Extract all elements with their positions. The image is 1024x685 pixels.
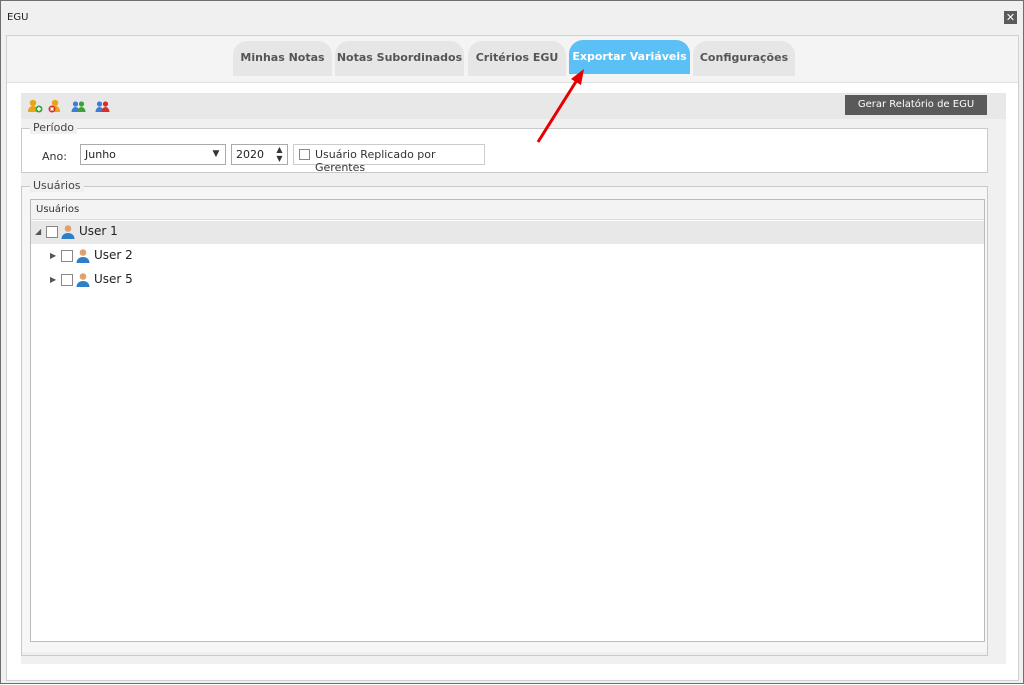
- users-remove-icon[interactable]: [95, 98, 111, 114]
- chevron-down-icon: ▼: [212, 149, 220, 159]
- year-stepper[interactable]: 2020 ▲ ▼: [231, 144, 288, 165]
- expand-icon[interactable]: ▶: [50, 251, 59, 261]
- row-checkbox[interactable]: [46, 226, 58, 238]
- tree-row-user5[interactable]: ▶ User 5: [31, 269, 984, 292]
- column-header-usuarios[interactable]: Usuários: [31, 200, 984, 220]
- close-button[interactable]: ✕: [1004, 11, 1017, 24]
- tab-exportar-variaveis[interactable]: Exportar Variáveis: [569, 40, 690, 74]
- tab-criterios-egu[interactable]: Critérios EGU: [468, 41, 566, 76]
- month-value: Junho: [85, 148, 116, 161]
- egu-window: EGU ✕ Minhas Notas Notas Subordinados Cr…: [0, 0, 1024, 684]
- tree-row-user2[interactable]: ▶ User 2: [31, 245, 984, 268]
- user-name: User 5: [94, 272, 133, 286]
- title-bar: EGU ✕: [1, 1, 1023, 34]
- user-icon: [76, 273, 90, 287]
- user-name: User 2: [94, 248, 133, 262]
- generate-report-button[interactable]: Gerar Relatório de EGU: [845, 95, 987, 115]
- replicated-user-label: Usuário Replicado por Gerentes: [315, 148, 436, 174]
- row-checkbox[interactable]: [61, 274, 73, 286]
- replicated-user-option[interactable]: Usuário Replicado por Gerentes: [293, 144, 485, 174]
- spinner-arrows-icon[interactable]: ▲ ▼: [272, 145, 287, 164]
- user-name: User 1: [79, 224, 118, 238]
- users-tree-grid: Usuários ◢ User 1 ▶ User 2 ▶ User 5: [30, 199, 985, 642]
- expand-icon[interactable]: ▶: [50, 275, 59, 285]
- add-user-icon[interactable]: [27, 98, 43, 114]
- tab-strip: Minhas Notas Notas Subordinados Critério…: [7, 36, 1018, 83]
- usuarios-legend: Usuários: [30, 179, 84, 192]
- collapse-icon[interactable]: ◢: [35, 227, 44, 237]
- periodo-legend: Período: [30, 121, 78, 134]
- tree-row-user1[interactable]: ◢ User 1: [31, 221, 984, 244]
- remove-user-icon[interactable]: [48, 98, 64, 114]
- row-checkbox[interactable]: [61, 250, 73, 262]
- tab-configuracoes[interactable]: Configurações: [693, 41, 795, 76]
- year-label: Ano:: [42, 150, 67, 163]
- toolbar: Gerar Relatório de EGU: [21, 93, 1006, 119]
- replicated-user-checkbox[interactable]: [299, 149, 310, 160]
- user-icon: [76, 249, 90, 263]
- tab-notas-subordinados[interactable]: Notas Subordinados: [335, 41, 464, 76]
- periodo-fieldset: Período Ano: Junho ▼ 2020 ▲ ▼ Usuário Rep…: [21, 121, 988, 174]
- window-content: Minhas Notas Notas Subordinados Critério…: [6, 35, 1019, 681]
- user-icon: [61, 225, 75, 239]
- month-select[interactable]: Junho ▼: [80, 144, 226, 165]
- tab-minhas-notas[interactable]: Minhas Notas: [233, 41, 332, 76]
- year-value: 2020: [236, 148, 264, 161]
- close-icon: ✕: [1005, 11, 1016, 24]
- export-panel: Gerar Relatório de EGU Período Ano: Junh…: [21, 93, 1006, 664]
- window-title: EGU: [7, 12, 29, 23]
- users-add-icon[interactable]: [71, 98, 87, 114]
